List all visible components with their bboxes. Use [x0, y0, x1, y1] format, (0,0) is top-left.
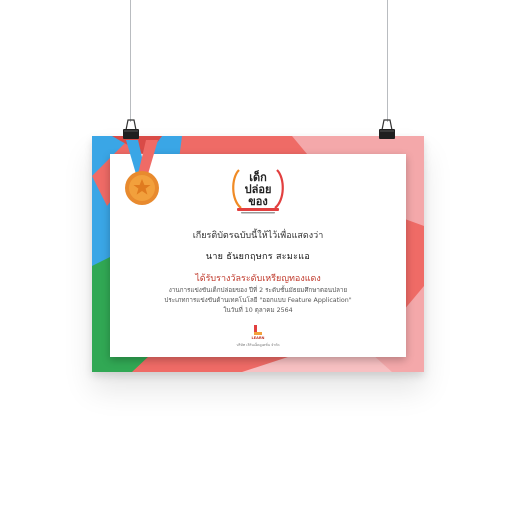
- certificate-intro: เกียรติบัตรฉบับนี้ให้ไว้เพื่อแสดงว่า: [192, 231, 324, 241]
- binder-clip-icon: [379, 119, 395, 139]
- recipient-name: นาย ธันยกฤษกร สะมะแอ: [205, 252, 311, 262]
- category-detail: ประเภทการแข่งขันด้านเทคโนโลยี "ออกแบบ Fe…: [164, 297, 352, 304]
- competition-detail: งานการแข่งขันเด็กปล่อยของ ปีที่ 2 ระดับช…: [168, 287, 348, 294]
- bronze-medal-icon: [125, 140, 159, 205]
- footer-company: บริษัท เลิร์นเอ็ดดูเคชั่น จำกัด: [236, 343, 280, 347]
- hanging-wire-right: [387, 0, 388, 122]
- learn-logo-icon: [254, 325, 262, 335]
- award-date: ในวันที่ 10 ตุลาคม 2564: [223, 307, 293, 314]
- event-logo: เด็ก ปล่อย ของ: [232, 169, 284, 214]
- hanging-wire-left: [130, 0, 131, 122]
- svg-text:เด็ก: เด็ก: [249, 170, 267, 184]
- award-title: ได้รับรางวัลระดับเหรียญทองแดง: [195, 274, 321, 284]
- footer-brand: LEARN: [251, 336, 265, 340]
- svg-text:ของ: ของ: [248, 195, 268, 208]
- binder-clip-icon: [123, 119, 139, 139]
